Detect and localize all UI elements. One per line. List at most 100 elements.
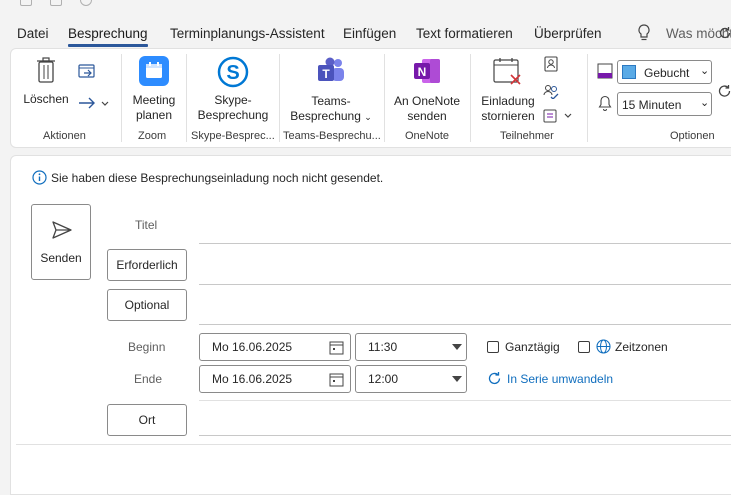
make-recurring-link[interactable]: In Serie umwandeln (507, 372, 613, 386)
show-as-select[interactable]: Gebucht ⌄ (617, 60, 712, 84)
teams-icon: T (318, 57, 344, 81)
tab-besprechung[interactable]: Besprechung (68, 26, 148, 47)
tab-text-formatieren[interactable]: Text formatieren (416, 26, 513, 41)
timezones-label: Zeitzonen (615, 340, 668, 354)
group-label-teams: Teams-Besprechu... (283, 130, 381, 142)
teams-label-2-text: Besprechung (290, 109, 361, 123)
end-time-select[interactable]: 12:00 (355, 365, 467, 393)
trash-icon (37, 57, 55, 83)
recurrence-icon[interactable] (487, 371, 502, 386)
optional-attendees-input[interactable] (199, 324, 731, 325)
ribbon-separator (587, 54, 588, 142)
onenote-label-1: An OneNote (393, 94, 461, 108)
teams-label-1: Teams- (311, 94, 351, 108)
message-body[interactable] (16, 446, 731, 488)
calendar-icon[interactable] (329, 340, 344, 355)
calendar-forward-icon[interactable] (78, 63, 96, 82)
reminder-select[interactable]: 15 Minuten ⌄ (617, 92, 712, 116)
group-label-skype: Skype-Besprec... (191, 130, 275, 142)
reminder-value: 15 Minuten (622, 98, 682, 112)
response-options-icon[interactable] (543, 108, 575, 127)
title-label: Titel (135, 218, 158, 232)
allday-checkbox[interactable] (487, 341, 499, 353)
recurrence-icon[interactable] (718, 84, 731, 101)
ribbon-separator (121, 54, 122, 142)
end-date-picker[interactable]: Mo 16.06.2025 (199, 365, 351, 393)
group-label-onenote: OneNote (405, 130, 450, 142)
info-message: Sie haben diese Besprechungseinladung no… (51, 171, 384, 185)
meeting-label-2: planen (135, 108, 173, 122)
forward-arrow-icon[interactable] (78, 96, 110, 113)
bell-icon (598, 95, 612, 114)
ribbon-separator (384, 54, 385, 142)
allday-label: Ganztägig (505, 340, 560, 354)
body-divider (16, 444, 731, 445)
zoom-calendar-icon (139, 56, 169, 86)
chevron-down-icon: ⌄ (364, 112, 372, 122)
cancel-label-1: Einladung (481, 94, 535, 108)
chevron-down-icon (452, 344, 462, 350)
check-names-icon[interactable] (543, 83, 559, 102)
location-button[interactable]: Ort (107, 404, 187, 436)
tab-ueberpruefen[interactable]: Überprüfen (534, 26, 602, 41)
busy-color-swatch (622, 65, 636, 79)
skype-meeting-button[interactable]: S Skype- Besprechung (193, 55, 273, 123)
ribbon-tabs: Datei Besprechung Terminplanungs-Assiste… (0, 20, 731, 48)
show-as-value: Gebucht (644, 66, 690, 80)
optional-attendees-button[interactable]: Optional (107, 289, 187, 321)
undo-icon[interactable] (80, 0, 92, 6)
start-date-picker[interactable]: Mo 16.06.2025 (199, 333, 351, 361)
start-time-select[interactable]: 11:30 (355, 333, 467, 361)
skype-icon: S (217, 56, 249, 88)
onenote-label-2: senden (407, 109, 447, 123)
start-label: Beginn (128, 340, 166, 354)
cancel-invitation-button[interactable]: Einladung stornieren (478, 57, 538, 124)
chevron-down-icon: ⌄ (700, 97, 710, 109)
ribbon-separator (186, 54, 187, 142)
group-label-aktionen: Aktionen (43, 130, 86, 142)
group-label-optionen: Optionen (670, 130, 715, 142)
skype-label-2: Besprechung (197, 108, 269, 122)
end-time-value: 12:00 (368, 372, 399, 386)
tab-terminplanungs-assistent[interactable]: Terminplanungs-Assistent (170, 26, 325, 41)
show-as-icon (597, 63, 613, 82)
teams-meeting-button[interactable]: T Teams- Besprechung ⌄ (286, 57, 376, 125)
send-to-onenote-button[interactable]: N An OneNote senden (391, 57, 463, 124)
save-icon[interactable] (50, 0, 62, 6)
group-label-zoom: Zoom (138, 130, 167, 142)
chevron-down-icon: ⌄ (700, 65, 710, 77)
end-label: Ende (134, 372, 163, 386)
delete-label: Löschen (23, 92, 69, 106)
ribbon-separator (470, 54, 471, 142)
title-input[interactable] (199, 243, 731, 244)
address-book-icon[interactable] (544, 56, 558, 75)
required-attendees-input[interactable] (199, 284, 731, 285)
end-date-value: Mo 16.06.2025 (212, 372, 293, 386)
meeting-label-1: Meeting (132, 93, 176, 107)
skype-label-1: Skype- (214, 93, 252, 107)
info-icon (32, 170, 47, 188)
timezones-checkbox[interactable] (578, 341, 590, 353)
lightbulb-icon (637, 24, 651, 45)
start-time-value: 11:30 (368, 340, 398, 354)
cancel-calendar-icon (493, 58, 521, 85)
svg-text:T: T (322, 67, 330, 81)
refresh-icon[interactable] (718, 26, 731, 43)
cancel-label-2: stornieren (481, 109, 535, 123)
location-input[interactable] (199, 435, 731, 436)
svg-text:N: N (418, 65, 427, 79)
globe-icon (596, 339, 611, 354)
send-icon (52, 221, 72, 239)
tab-einfuegen[interactable]: Einfügen (343, 26, 396, 41)
title-bar (0, 0, 731, 10)
meeting-planen-button[interactable]: Meeting planen (127, 55, 181, 123)
required-attendees-button[interactable]: Erforderlich (107, 249, 187, 281)
ribbon-separator (279, 54, 280, 142)
calendar-icon[interactable] (329, 372, 344, 387)
divider (199, 400, 731, 401)
delete-button[interactable]: Löschen (22, 56, 70, 107)
tab-datei[interactable]: Datei (17, 26, 49, 41)
onenote-icon: N (414, 59, 440, 83)
send-button[interactable]: Senden (31, 204, 91, 280)
start-date-value: Mo 16.06.2025 (212, 340, 293, 354)
